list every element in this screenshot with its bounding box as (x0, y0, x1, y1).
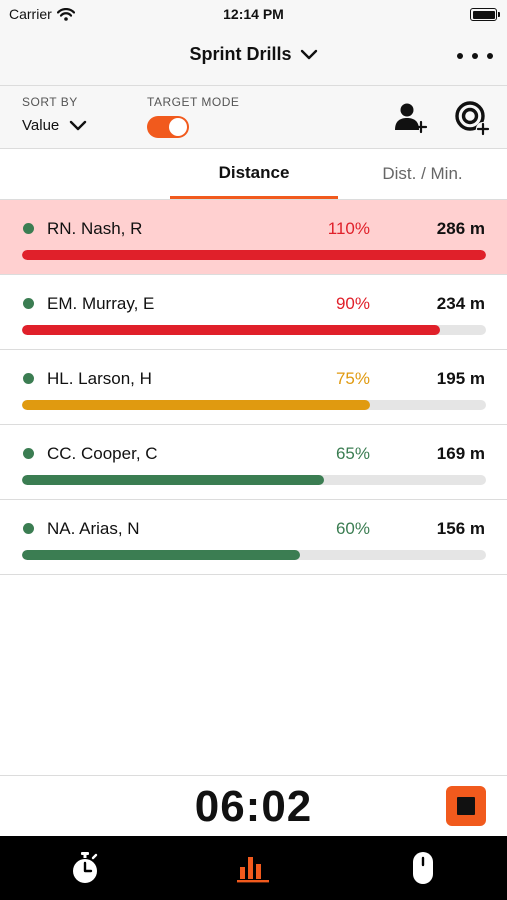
athlete-name: RN. Nash, R (47, 219, 143, 238)
status-bar: Carrier 12:14 PM (0, 0, 507, 28)
athlete-percent: 75% (335, 369, 370, 388)
navigation-bar: Sprint Drills (0, 28, 507, 86)
metric-tabs: Distance Dist. / Min. (0, 149, 507, 200)
athlete-distance: 156 m (436, 519, 485, 538)
athlete-distance: 234 m (436, 294, 485, 313)
stop-icon (457, 797, 475, 815)
tab-tracker[interactable] (406, 850, 440, 886)
list-item[interactable]: HL. Larson, H 75% 195 m (0, 350, 507, 425)
list-item[interactable]: CC. Cooper, C 65% 169 m (0, 425, 507, 500)
progress-track (22, 550, 486, 560)
progress-track (22, 250, 486, 260)
progress-fill (22, 400, 370, 410)
athlete-percent: 65% (335, 444, 370, 463)
athlete-name: NA. Arias, N (47, 519, 140, 538)
tab-dashboard[interactable] (236, 850, 270, 886)
athlete-distance: 195 m (436, 369, 485, 388)
athlete-percent: 90% (335, 294, 370, 313)
list-item[interactable]: RN. Nash, R 110% 286 m (0, 200, 507, 275)
add-user-icon (395, 103, 428, 134)
tab-distance[interactable]: Distance (170, 149, 338, 199)
progress-fill (22, 475, 324, 485)
progress-track (22, 400, 486, 410)
battery-icon (470, 8, 500, 21)
add-user-button[interactable] (394, 100, 428, 134)
status-dot (23, 298, 34, 309)
bar-chart-icon (237, 857, 269, 883)
athlete-percent: 60% (335, 519, 370, 538)
status-dot (23, 223, 34, 234)
status-dot (23, 448, 34, 459)
tracker-device-icon (413, 852, 433, 884)
target-mode-toggle[interactable] (147, 116, 189, 138)
athlete-name: HL. Larson, H (47, 369, 152, 388)
stop-button[interactable] (446, 786, 486, 826)
list-item[interactable]: NA. Arias, N 60% 156 m (0, 500, 507, 575)
athlete-percent: 110% (327, 219, 370, 238)
session-timer: 06:02 (194, 782, 313, 831)
progress-fill (22, 550, 301, 560)
progress-fill (22, 250, 486, 260)
stopwatch-icon (73, 852, 98, 883)
athlete-list: RN. Nash, R 110% 286 m EM. Murray, E 90%… (0, 200, 507, 575)
progress-track (22, 475, 486, 485)
status-time: 12:14 PM (223, 6, 284, 22)
athlete-distance: 169 m (436, 444, 485, 463)
sort-by-value: Value (22, 117, 60, 134)
athlete-name: CC. Cooper, C (47, 444, 158, 463)
ellipsis-icon (457, 53, 463, 59)
add-target-icon (455, 101, 490, 136)
more-options-button[interactable] (457, 46, 493, 66)
bottom-tab-bar (0, 836, 507, 900)
target-mode-label: TARGET MODE (147, 95, 240, 109)
tab-stopwatch[interactable] (68, 850, 102, 886)
controls-bar: SORT BY Value TARGET MODE (0, 86, 507, 149)
tab-distance-per-minute[interactable]: Dist. / Min. (338, 149, 507, 199)
sort-by-dropdown[interactable]: Value (22, 117, 87, 134)
progress-fill (22, 325, 440, 335)
page-title: Sprint Drills (189, 44, 292, 64)
status-dot (23, 373, 34, 384)
status-dot (23, 523, 34, 534)
athlete-distance: 286 m (436, 219, 485, 238)
add-target-button[interactable] (454, 100, 490, 136)
progress-track (22, 325, 486, 335)
chevron-down-icon (70, 120, 87, 131)
chevron-down-icon (300, 49, 317, 60)
athlete-name: EM. Murray, E (47, 294, 155, 313)
timer-bar: 06:02 (0, 775, 507, 836)
session-title-button[interactable]: Sprint Drills (0, 44, 507, 65)
list-item[interactable]: EM. Murray, E 90% 234 m (0, 275, 507, 350)
sort-by-label: SORT BY (22, 95, 78, 109)
